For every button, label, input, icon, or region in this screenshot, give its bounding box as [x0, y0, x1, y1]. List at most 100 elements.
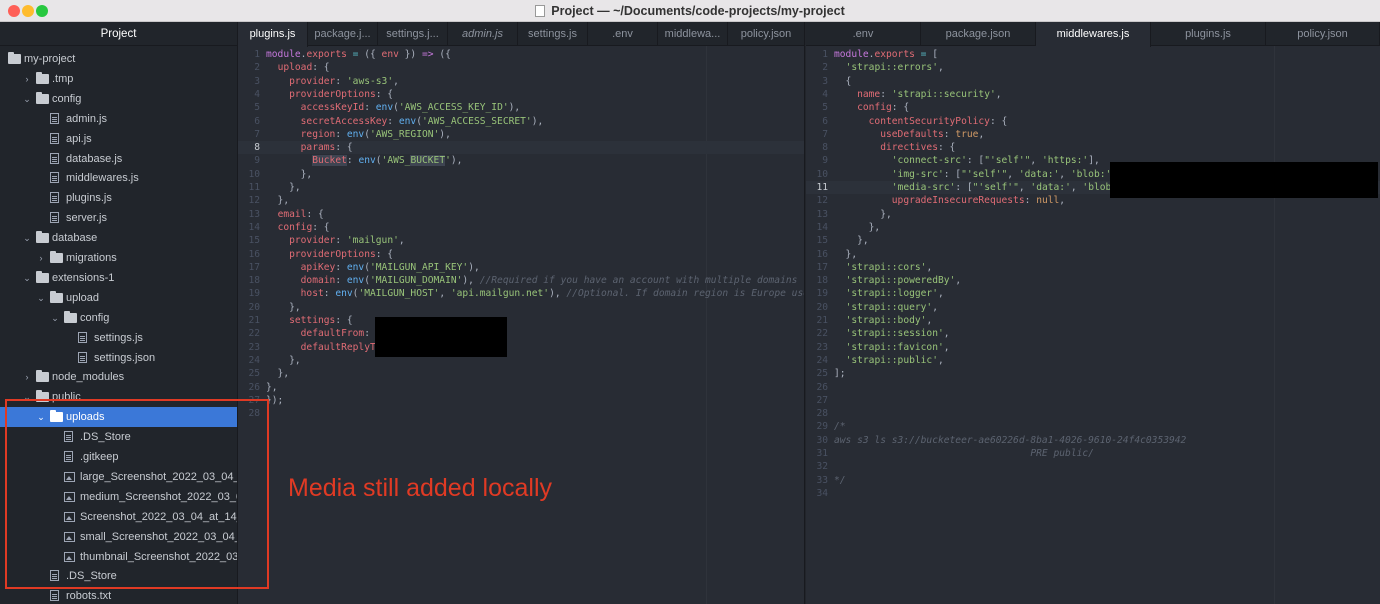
code-line[interactable]: 31 PRE public/	[806, 447, 1380, 460]
code-line[interactable]: 1 module.exports = ({ env }) => ({	[238, 48, 804, 61]
code-line[interactable]: 22 'strapi::session',	[806, 327, 1380, 340]
code-line[interactable]: 28	[806, 407, 1380, 420]
code-line[interactable]: 20 'strapi::query',	[806, 301, 1380, 314]
tree-item-node-modules[interactable]: › node_modules	[0, 367, 237, 387]
tree-item-config[interactable]: ⌄ config	[0, 89, 237, 109]
folder-icon	[36, 370, 49, 383]
code-line[interactable]: 9 Bucket: env('AWS_BUCKET'),	[238, 154, 804, 167]
code-line[interactable]: 19 'strapi::logger',	[806, 287, 1380, 300]
code-line[interactable]: 30 aws s3 ls s3://bucketeer-ae60226d-8ba1…	[806, 434, 1380, 447]
code-line[interactable]: 13 },	[806, 208, 1380, 221]
code-line[interactable]: 13 email: {	[238, 208, 804, 221]
code-line[interactable]: 10 },	[238, 168, 804, 181]
code-line[interactable]: 19 host: env('MAILGUN_HOST', 'api.mailgu…	[238, 287, 804, 300]
code-line[interactable]: 18 'strapi::poweredBy',	[806, 274, 1380, 287]
chevron-right-icon[interactable]: ›	[36, 248, 46, 268]
code-line[interactable]: 24 'strapi::public',	[806, 354, 1380, 367]
left-tab-bar: plugins.js package.j... settings.j... admin…	[238, 22, 804, 47]
code-line[interactable]: 20 },	[238, 301, 804, 314]
code-line[interactable]: 23 defaultReplyTo	[238, 341, 804, 354]
tab-env[interactable]: .env	[588, 22, 658, 46]
code-line[interactable]: 14 config: {	[238, 221, 804, 234]
code-line[interactable]: 5 config: {	[806, 101, 1380, 114]
tree-item-upload[interactable]: ⌄ upload	[0, 288, 237, 308]
tree-item-middlewares-js[interactable]: middlewares.js	[0, 168, 237, 188]
code-line[interactable]: 2 'strapi::errors',	[806, 61, 1380, 74]
tree-item-extensions-1[interactable]: ⌄ extensions-1	[0, 268, 237, 288]
code-line[interactable]: 6 secretAccessKey: env('AWS_ACCESS_SECRE…	[238, 115, 804, 128]
tree-item-config[interactable]: ⌄ config	[0, 308, 237, 328]
chevron-down-icon[interactable]: ⌄	[22, 228, 32, 248]
chevron-right-icon[interactable]: ›	[22, 69, 32, 89]
code-line[interactable]: 23 'strapi::favicon',	[806, 341, 1380, 354]
code-line[interactable]: 1 module.exports = [	[806, 48, 1380, 61]
code-line[interactable]: 4 name: 'strapi::security',	[806, 88, 1380, 101]
code-line[interactable]: 24 },	[238, 354, 804, 367]
code-line[interactable]: 34	[806, 487, 1380, 500]
tree-item-tmp[interactable]: › .tmp	[0, 69, 237, 89]
code-line[interactable]: 7 useDefaults: true,	[806, 128, 1380, 141]
tab-package-j[interactable]: package.j...	[308, 22, 378, 46]
line-number: 4	[822, 88, 828, 100]
tab-package-json[interactable]: package.json	[921, 22, 1036, 46]
code-line[interactable]: 27});	[238, 394, 804, 407]
tree-item-settings-js[interactable]: settings.js	[0, 328, 237, 348]
tree-item-api-js[interactable]: api.js	[0, 129, 237, 149]
code-line[interactable]: 16 providerOptions: {	[238, 248, 804, 261]
code-line[interactable]: 25];	[806, 367, 1380, 380]
code-line[interactable]: 5 accessKeyId: env('AWS_ACCESS_KEY_ID'),	[238, 101, 804, 114]
tree-item-server-js[interactable]: server.js	[0, 208, 237, 228]
code-line[interactable]: 3 provider: 'aws-s3',	[238, 75, 804, 88]
code-line[interactable]: 16 },	[806, 248, 1380, 261]
tab-policy-json[interactable]: policy.json	[728, 22, 804, 46]
code-line[interactable]: 11 },	[238, 181, 804, 194]
tree-item-settings-json[interactable]: settings.json	[0, 348, 237, 368]
tab-env[interactable]: .env	[806, 22, 921, 46]
tree-item-admin-js[interactable]: admin.js	[0, 109, 237, 129]
code-line[interactable]: 14 },	[806, 221, 1380, 234]
tab-admin-js[interactable]: admin.js	[448, 22, 518, 46]
code-line[interactable]: 22 defaultFrom: '	[238, 327, 804, 340]
code-line[interactable]: 21 'strapi::body',	[806, 314, 1380, 327]
code-line[interactable]: 18 domain: env('MAILGUN_DOMAIN'), //Requ…	[238, 274, 804, 287]
code-line[interactable]: 32	[806, 460, 1380, 473]
code-line[interactable]: 25 },	[238, 367, 804, 380]
code-line[interactable]: 8 params: {	[238, 141, 804, 155]
code-line[interactable]: 12 },	[238, 194, 804, 207]
code-line[interactable]: 2 upload: {	[238, 61, 804, 74]
code-line[interactable]: 29/*	[806, 420, 1380, 433]
line-number: 24	[816, 354, 828, 366]
code-line[interactable]: 15 },	[806, 234, 1380, 247]
tab-plugins-js[interactable]: plugins.js	[238, 22, 308, 47]
code-line[interactable]: 33 */	[806, 474, 1380, 487]
code-line[interactable]: 26},	[238, 381, 804, 394]
code-line[interactable]: 17 'strapi::cors',	[806, 261, 1380, 274]
chevron-down-icon[interactable]: ⌄	[36, 288, 46, 308]
code-line[interactable]: 8 directives: {	[806, 141, 1380, 154]
tree-item-database-js[interactable]: database.js	[0, 149, 237, 169]
tree-item-my-project[interactable]: my-project	[0, 49, 237, 69]
chevron-down-icon[interactable]: ⌄	[50, 308, 60, 328]
code-line[interactable]: 6 contentSecurityPolicy: {	[806, 115, 1380, 128]
chevron-down-icon[interactable]: ⌄	[22, 89, 32, 109]
code-line[interactable]: 28	[238, 407, 804, 420]
tab-settings-j[interactable]: settings.j...	[378, 22, 448, 46]
tree-item-database[interactable]: ⌄ database	[0, 228, 237, 248]
chevron-down-icon[interactable]: ⌄	[22, 268, 32, 288]
tree-item-migrations[interactable]: › migrations	[0, 248, 237, 268]
code-line[interactable]: 21 settings: {	[238, 314, 804, 327]
code-line[interactable]: 7 region: env('AWS_REGION'),	[238, 128, 804, 141]
tab-plugins-js[interactable]: plugins.js	[1151, 22, 1266, 46]
code-line[interactable]: 26	[806, 381, 1380, 394]
tab-middlewa[interactable]: middlewa...	[658, 22, 728, 46]
tree-item-plugins-js[interactable]: plugins.js	[0, 188, 237, 208]
tab-policy-json[interactable]: policy.json	[1266, 22, 1380, 46]
tab-settings-js[interactable]: settings.js	[518, 22, 588, 46]
code-line[interactable]: 17 apiKey: env('MAILGUN_API_KEY'),	[238, 261, 804, 274]
tab-middlewares-js[interactable]: middlewares.js	[1036, 22, 1151, 47]
code-line[interactable]: 15 provider: 'mailgun',	[238, 234, 804, 247]
code-line[interactable]: 3 {	[806, 75, 1380, 88]
code-line[interactable]: 27	[806, 394, 1380, 407]
code-line[interactable]: 4 providerOptions: {	[238, 88, 804, 101]
chevron-right-icon[interactable]: ›	[22, 367, 32, 387]
